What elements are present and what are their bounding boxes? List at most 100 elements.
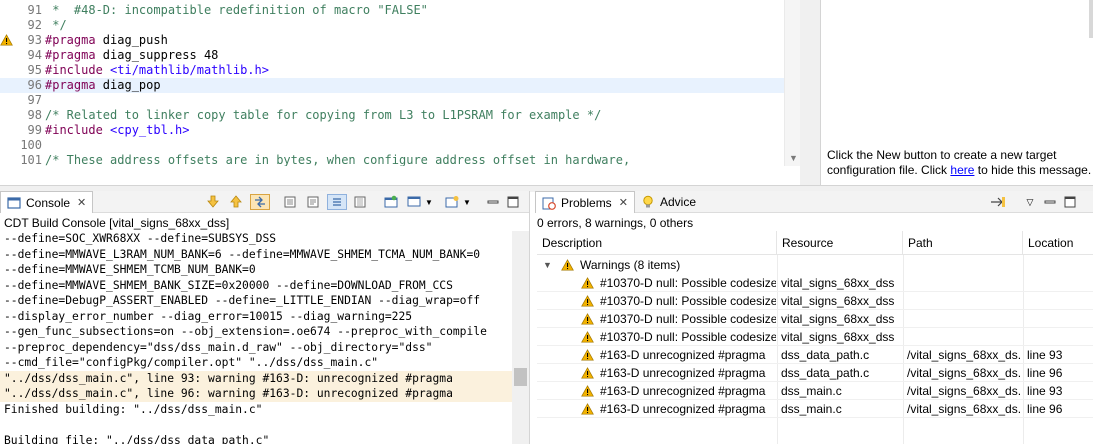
chevron-down-icon[interactable]: ▼ xyxy=(543,260,552,270)
clear-console-icon[interactable] xyxy=(282,194,298,210)
maximize-icon[interactable] xyxy=(505,194,521,210)
problem-location xyxy=(1027,274,1091,292)
console-line: --preproc_dependency="dss/dss_main.d_raw… xyxy=(4,340,433,354)
console-line: Building file: "../dss/dss_data_path.c" xyxy=(4,433,270,444)
problem-resource: vital_signs_68xx_dss xyxy=(781,330,895,344)
console-view: Console ✕ ▼ ▼ CDT Build Console [vital_s… xyxy=(0,191,530,444)
code-line[interactable]: 93 #pragma diag_push xyxy=(0,33,784,48)
view-menu-icon[interactable]: ▽ xyxy=(1022,194,1038,210)
table-row[interactable]: #163-D unrecognized #pragma dss_data_path… xyxy=(537,346,1093,364)
table-row[interactable]: #163-D unrecognized #pragma dss_main.c/vi… xyxy=(537,382,1093,400)
line-number: 95 xyxy=(27,63,42,77)
console-scrollbar-thumb[interactable] xyxy=(514,368,527,386)
line-number: 93 xyxy=(27,33,42,47)
maximize-icon[interactable] xyxy=(1062,194,1078,210)
problem-location xyxy=(1027,292,1091,310)
line-number: 97 xyxy=(27,93,42,107)
problem-resource: dss_main.c xyxy=(781,384,842,398)
line-number: 96 xyxy=(27,78,42,92)
minimize-icon[interactable] xyxy=(1042,194,1058,210)
code-line[interactable]: 91 * #48-D: incompatible redefinition of… xyxy=(0,3,784,18)
code-line[interactable]: 100 xyxy=(0,138,784,153)
problem-location: line 93 xyxy=(1027,384,1063,398)
problem-path xyxy=(907,328,1021,346)
table-row[interactable]: #163-D unrecognized #pragma dss_main.c/vi… xyxy=(537,400,1093,418)
target-config-message: Click the New button to create a new tar… xyxy=(827,148,1093,178)
warnings-group-row[interactable]: ▼ Warnings (8 items) xyxy=(537,256,1093,274)
code-line[interactable]: 92 */ xyxy=(0,18,784,33)
scroll-up-icon[interactable] xyxy=(228,194,244,210)
console-scrollbar[interactable] xyxy=(512,231,529,444)
table-row[interactable]: #163-D unrecognized #pragma dss_data_path… xyxy=(537,364,1093,382)
problem-path: /vital_signs_68xx_ds... xyxy=(907,366,1021,380)
tab-problems[interactable]: Problems ✕ xyxy=(535,191,635,213)
table-row[interactable]: #10370-D null: Possible codesize or vital… xyxy=(537,328,1093,346)
console-line: --define=MMWAVE_SHMEM_BANK_SIZE=0x20000 … xyxy=(4,278,453,292)
code-line[interactable]: 101/* These address offsets are in bytes… xyxy=(0,153,784,166)
column-header-location[interactable]: Location xyxy=(1023,231,1093,255)
close-icon[interactable]: ✕ xyxy=(77,196,86,209)
column-header-resource[interactable]: Resource xyxy=(777,231,903,255)
console-tabbar: Console ✕ ▼ ▼ xyxy=(0,191,529,213)
tab-advice[interactable]: Advice xyxy=(635,191,702,213)
code-text: */ xyxy=(45,18,66,33)
column-header-path[interactable]: Path xyxy=(903,231,1023,255)
console-line: --define=MMWAVE_SHMEM_TCMB_NUM_BANK=0 xyxy=(4,263,256,276)
editor-scrollbar[interactable]: ▼ xyxy=(784,0,800,166)
code-line[interactable]: 97 xyxy=(0,93,784,108)
editor-splitter[interactable] xyxy=(800,0,820,185)
code-line[interactable]: 96 #pragma diag_pop xyxy=(0,78,784,93)
problem-resource: dss_data_path.c xyxy=(781,366,870,380)
code-line[interactable]: 98/* Related to linker copy table for co… xyxy=(0,108,784,123)
tab-advice-label: Advice xyxy=(660,195,697,209)
problems-tabbar: Problems ✕ Advice ▽ xyxy=(535,191,1093,213)
line-number: 91 xyxy=(27,3,42,17)
chevron-down-icon[interactable]: ▼ xyxy=(462,194,472,210)
code-token: #include xyxy=(45,123,103,137)
code-text: /* Related to linker copy table for copy… xyxy=(45,108,601,123)
display-selected-console-icon[interactable] xyxy=(383,194,399,210)
code-line[interactable]: 95 #include <ti/mathlib/mathlib.h> xyxy=(0,63,784,78)
minimize-icon[interactable] xyxy=(485,194,501,210)
code-token: #include xyxy=(45,63,103,77)
link-console-icon[interactable] xyxy=(250,194,270,210)
console-doc-icon[interactable] xyxy=(305,194,321,210)
console-output[interactable]: --define=SOC_XWR68XX --define=SUBSYS_DSS… xyxy=(0,231,512,444)
code-text: * #48-D: incompatible redefinition of ma… xyxy=(45,3,428,18)
code-line[interactable]: 99 #include <cpy_tbl.h> xyxy=(0,123,784,138)
problem-description: #10370-D null: Possible codesize or xyxy=(600,276,776,290)
close-icon[interactable]: ✕ xyxy=(619,196,628,209)
line-number: 99 xyxy=(27,123,42,137)
problem-path xyxy=(907,310,1021,328)
scroll-lock-down-icon[interactable] xyxy=(205,194,221,210)
code-token: diag_pop xyxy=(95,78,161,92)
problem-location xyxy=(1027,310,1091,328)
console-line: --define=MMWAVE_L3RAM_NUM_BANK=6 --defin… xyxy=(4,247,481,261)
focus-filter-icon[interactable] xyxy=(990,194,1006,210)
table-row[interactable]: #10370-D null: Possible codesize or vital… xyxy=(537,292,1093,310)
problems-table[interactable]: Description ⌃ Resource Path Location ▼ W… xyxy=(537,231,1093,444)
new-console-icon[interactable] xyxy=(444,194,460,210)
tab-console[interactable]: Console ✕ xyxy=(0,191,94,213)
chevron-down-icon[interactable]: ▼ xyxy=(424,194,434,210)
warnings-group-label: Warnings (8 items) xyxy=(580,258,681,272)
code-line[interactable]: 94 #pragma diag_suppress 48 xyxy=(0,48,784,63)
problem-path: /vital_signs_68xx_ds... xyxy=(907,348,1021,362)
scroll-down-icon[interactable]: ▼ xyxy=(789,154,798,163)
problem-resource: dss_data_path.c xyxy=(781,348,870,362)
pin-console-icon[interactable] xyxy=(352,194,368,210)
open-console-icon[interactable] xyxy=(406,194,422,210)
line-number: 98 xyxy=(27,108,42,122)
console-icon xyxy=(7,196,21,209)
hide-message-link[interactable]: here xyxy=(950,163,974,177)
table-row[interactable]: #10370-D null: Possible codesize or vital… xyxy=(537,274,1093,292)
table-row[interactable]: #10370-D null: Possible codesize or vital… xyxy=(537,310,1093,328)
console-line: --define=SOC_XWR68XX --define=SUBSYS_DSS xyxy=(4,232,277,245)
code-text: #include <cpy_tbl.h> xyxy=(45,123,190,138)
problem-resource: dss_main.c xyxy=(781,402,842,416)
code-editor[interactable]: 91 * #48-D: incompatible redefinition of… xyxy=(0,0,800,166)
word-wrap-icon[interactable] xyxy=(327,194,347,210)
line-number: 101 xyxy=(20,153,42,166)
target-config-scrollbar[interactable] xyxy=(1089,0,1093,38)
